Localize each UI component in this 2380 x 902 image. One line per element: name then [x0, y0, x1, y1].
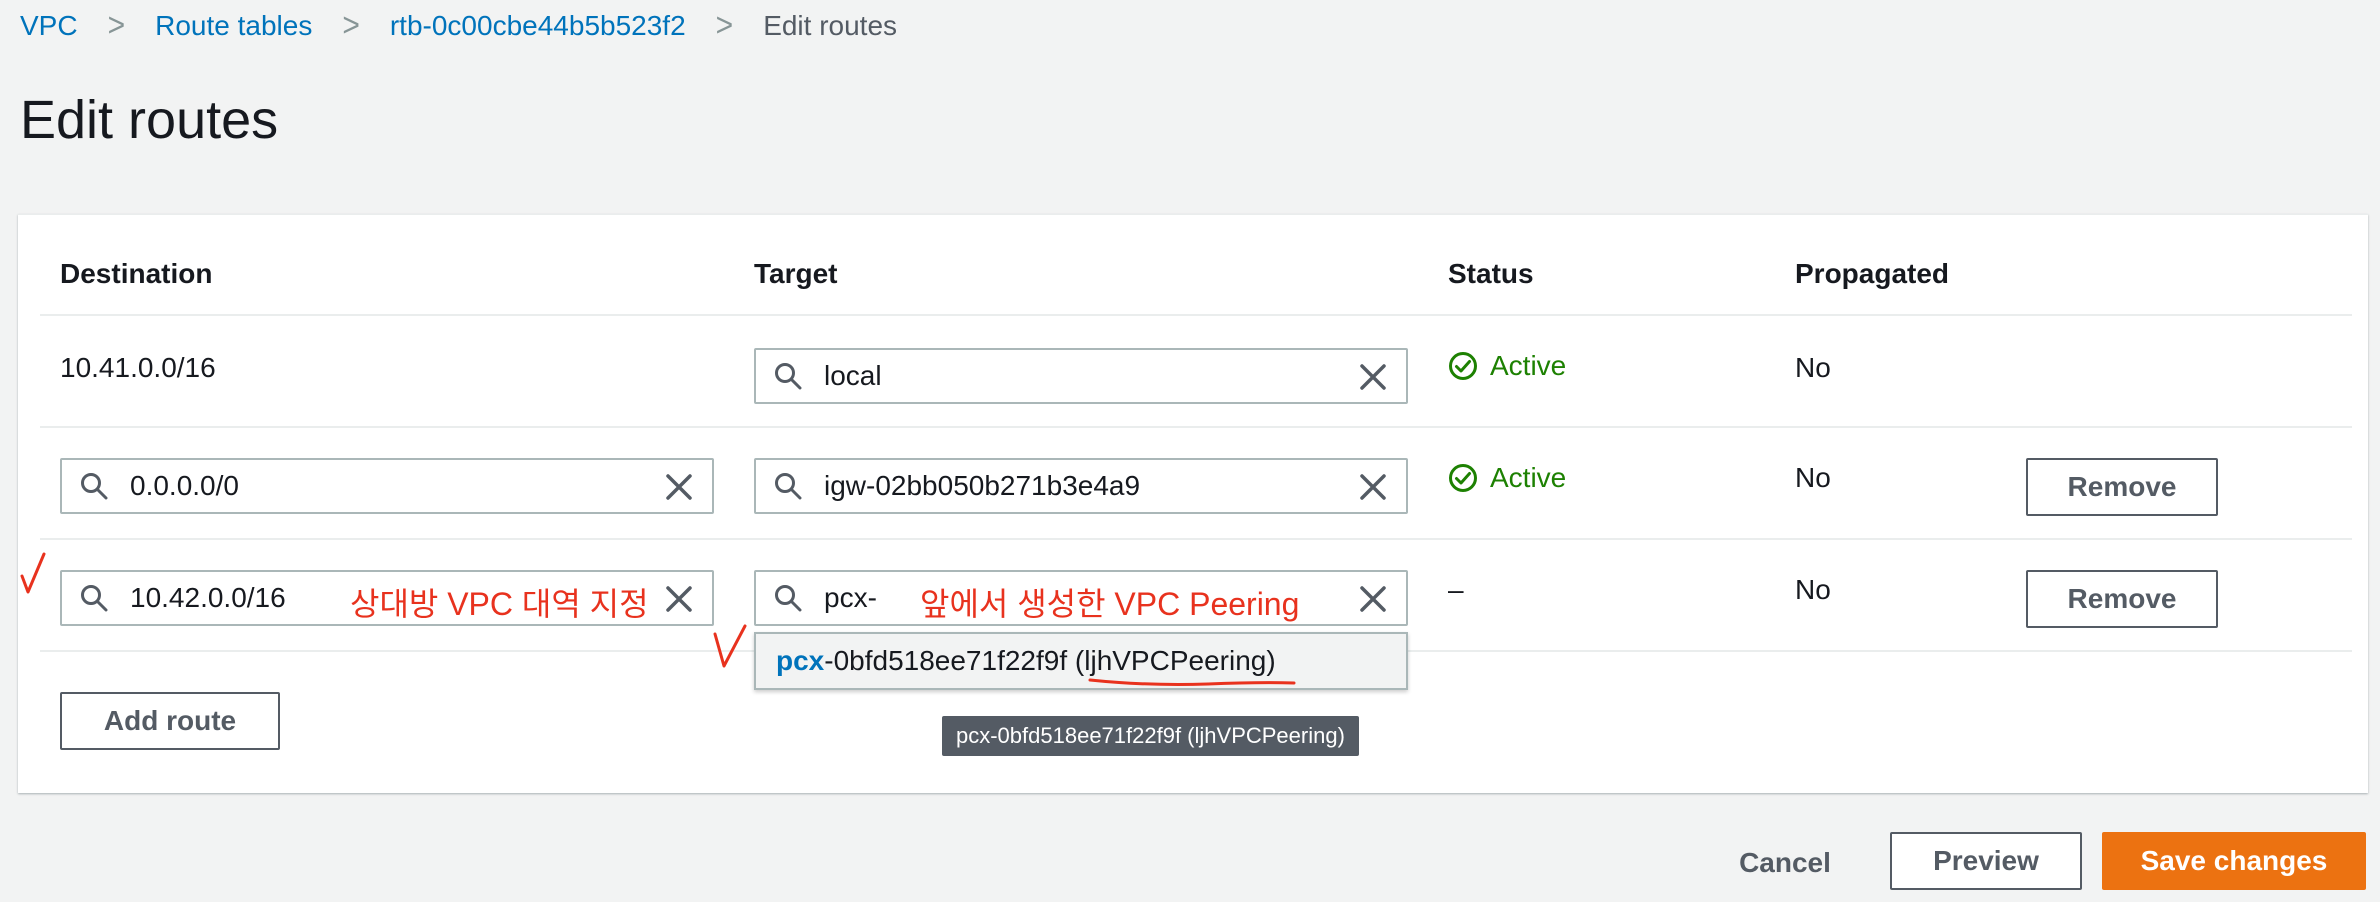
row-divider [40, 314, 2352, 316]
preview-button[interactable]: Preview [1890, 832, 2082, 890]
breadcrumb-vpc[interactable]: VPC [20, 10, 78, 42]
target-input[interactable]: igw-02bb050b271b3e4a9 [754, 458, 1408, 514]
status-badge: Active [1448, 462, 1566, 494]
search-icon [81, 473, 108, 500]
remove-button[interactable]: Remove [2026, 570, 2218, 628]
status-positive-icon [1449, 464, 1477, 492]
column-header-destination: Destination [60, 258, 213, 289]
destination-value: 0.0.0.0/0 [130, 470, 239, 501]
status-positive-icon [1449, 352, 1477, 380]
target-value: igw-02bb050b271b3e4a9 [824, 470, 1141, 501]
cancel-button[interactable]: Cancel [1710, 834, 1860, 892]
option-id-text: -0bfd518ee71f22f9f [824, 645, 1068, 676]
target-value: local [824, 360, 882, 391]
remove-button[interactable]: Remove [2026, 458, 2218, 516]
status-text: Active [1490, 462, 1567, 493]
column-header-propagated: Propagated [1795, 258, 1950, 289]
status-badge: Active [1448, 350, 1566, 382]
save-changes-button[interactable]: Save changes [2102, 832, 2366, 890]
chevron-right-icon: > [715, 7, 734, 44]
target-annotation: 앞에서 생성한 VPC Peering [920, 586, 1300, 622]
underline-annotation [1088, 678, 1296, 686]
option-tooltip: pcx-0bfd518ee71f22f9f (ljhVPCPeering) [942, 716, 1359, 756]
destination-annotation: 상대방 VPC 대역 지정 [350, 586, 649, 622]
checkmark-annotation-icon [20, 552, 46, 594]
propagated-text: No [1795, 462, 1831, 493]
column-header-status: Status [1448, 258, 1534, 289]
option-match-text: pcx [776, 645, 825, 676]
search-icon [775, 585, 802, 612]
status-text: Active [1490, 350, 1567, 381]
close-icon[interactable] [1358, 362, 1388, 392]
chevron-right-icon: > [342, 7, 360, 44]
close-icon[interactable] [1358, 472, 1388, 502]
propagated-text: No [1795, 352, 1831, 383]
option-name-text: (ljhVPCPeering) [1074, 645, 1276, 676]
destination-text: 10.41.0.0/16 [60, 352, 216, 383]
chevron-right-icon: > [107, 7, 126, 44]
close-icon[interactable] [664, 472, 694, 502]
destination-input[interactable]: 0.0.0.0/0 [60, 458, 714, 514]
destination-value: 10.42.0.0/16 [130, 582, 286, 613]
close-icon[interactable] [664, 584, 694, 614]
row-divider [40, 538, 2352, 540]
add-route-button[interactable]: Add route [60, 692, 280, 750]
target-value: pcx- [824, 582, 877, 613]
target-input[interactable]: local [754, 348, 1408, 404]
page-title: Edit routes [20, 90, 279, 150]
column-header-target: Target [754, 258, 838, 289]
breadcrumb-route-table-id[interactable]: rtb-0c00cbe44b5b523f2 [390, 10, 686, 42]
breadcrumb: VPC > Route tables > rtb-0c00cbe44b5b523… [20, 6, 897, 46]
breadcrumb-current: Edit routes [763, 10, 898, 41]
target-suggestion-dropdown[interactable]: pcx-0bfd518ee71f22f9f (ljhVPCPeering) [754, 632, 1408, 690]
search-icon [775, 363, 802, 390]
checkmark-annotation-icon [713, 624, 747, 668]
breadcrumb-route-tables[interactable]: Route tables [155, 10, 312, 42]
status-text: – [1448, 574, 1464, 605]
search-icon [775, 473, 802, 500]
row-divider [40, 426, 2352, 428]
search-icon [81, 585, 108, 612]
propagated-text: No [1795, 574, 1831, 605]
close-icon[interactable] [1358, 584, 1388, 614]
